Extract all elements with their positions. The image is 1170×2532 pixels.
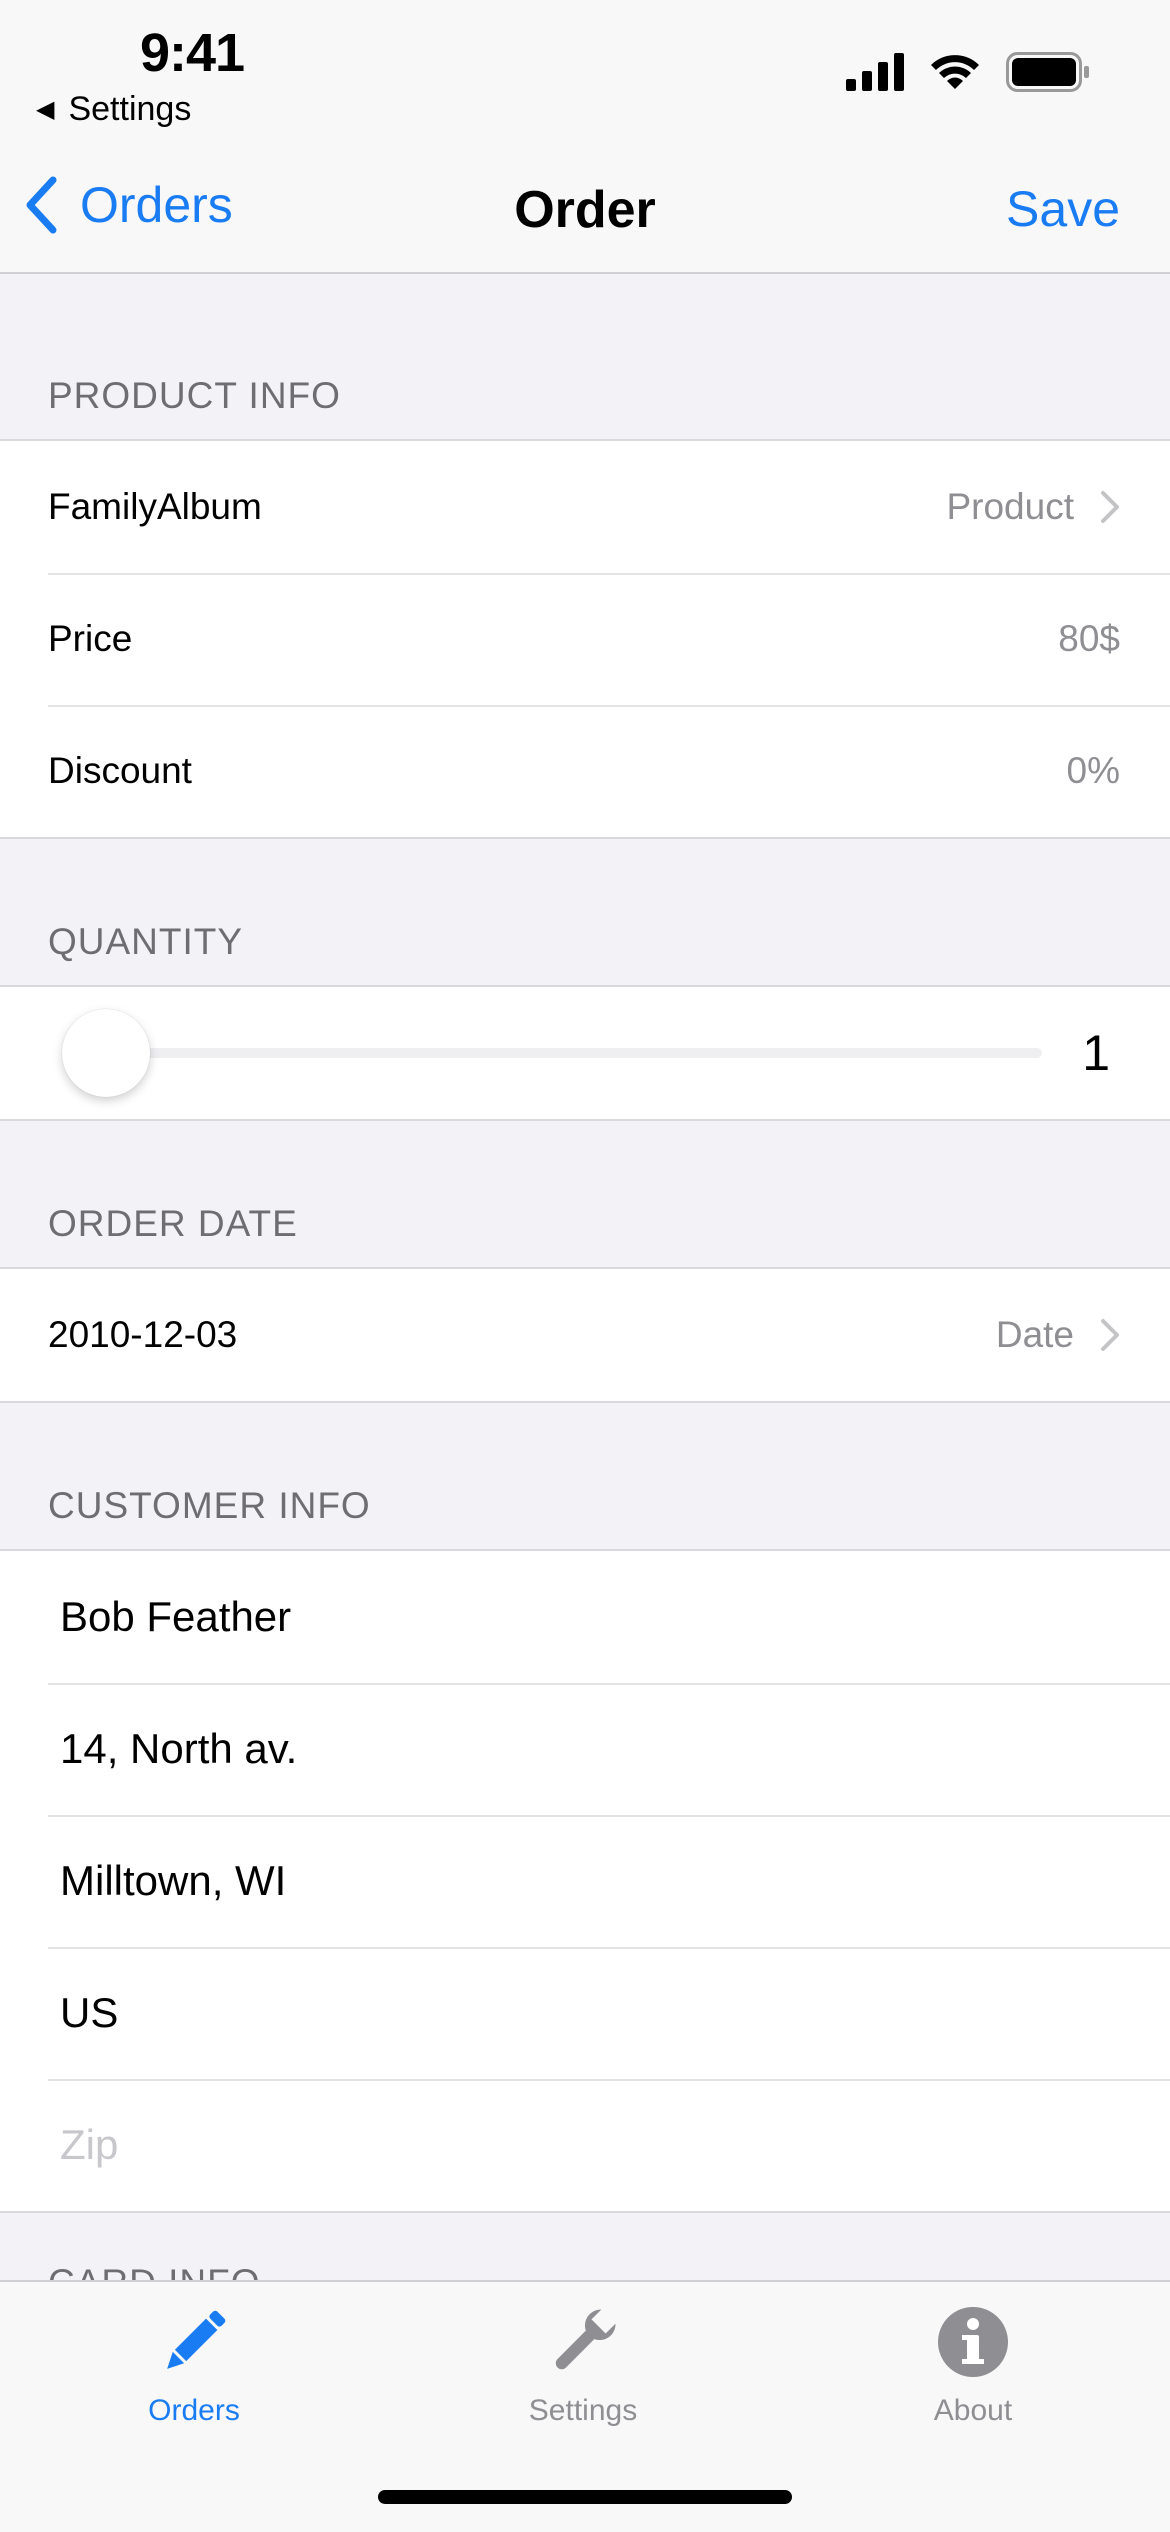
discount-value: 0% [1066, 750, 1120, 791]
customer-address-value: 14, North av. [60, 1725, 298, 1772]
cellular-signal-icon [846, 53, 904, 91]
section-header-customer-info: CUSTOMER INFO [48, 1485, 371, 1526]
tab-settings[interactable]: Settings [433, 2302, 733, 2428]
tab-about-label: About [933, 2394, 1013, 2427]
chevron-right-icon [1101, 491, 1119, 523]
customer-country-field[interactable]: US [0, 1947, 1170, 2079]
order-date-group: 2010-12-03 Date [0, 1267, 1170, 1403]
product-name: FamilyAlbum [48, 486, 262, 527]
customer-info-group: Bob Feather 14, North av. Milltown, WI U… [0, 1549, 1170, 2213]
product-row[interactable]: FamilyAlbum Product [0, 441, 1170, 573]
quantity-group: 1 [0, 985, 1170, 1121]
pencil-icon [167, 2310, 226, 2369]
wifi-icon [931, 55, 979, 89]
status-icons [846, 52, 1090, 92]
home-indicator [378, 2490, 792, 2504]
order-screen: 9:41 ◀ Settings Orders Order Save PRODUC… [0, 0, 1170, 2532]
customer-city-field[interactable]: Milltown, WI [0, 1815, 1170, 1947]
price-label: Price [48, 618, 133, 659]
discount-label: Discount [48, 750, 192, 791]
discount-row: Discount 0% [0, 705, 1170, 837]
customer-zip-field[interactable]: Zip [0, 2079, 1170, 2211]
tab-orders[interactable]: Orders [44, 2302, 344, 2428]
quantity-slider[interactable] [62, 1009, 1042, 1097]
product-info-group: FamilyAlbum Product Price 80$ Discount 0… [0, 439, 1170, 839]
form-content[interactable]: PRODUCT INFO FamilyAlbum Product Price 8… [0, 274, 1170, 2213]
customer-name-value: Bob Feather [60, 1593, 292, 1640]
page-title: Order [514, 181, 656, 239]
customer-address-field[interactable]: 14, North av. [0, 1683, 1170, 1815]
quantity-slider-row: 1 [0, 987, 1170, 1119]
order-date-row[interactable]: 2010-12-03 Date [0, 1269, 1170, 1401]
section-header-product-info: PRODUCT INFO [48, 375, 341, 416]
tab-orders-label: Orders [148, 2394, 240, 2427]
back-to-app-link[interactable]: ◀ Settings [36, 90, 191, 129]
date-link-label: Date [995, 1314, 1074, 1355]
chevron-right-icon [1101, 1319, 1119, 1351]
order-date-value: 2010-12-03 [48, 1314, 238, 1355]
status-bar: 9:41 ◀ Settings [0, 0, 1170, 140]
price-row: Price 80$ [0, 573, 1170, 705]
section-header-quantity: QUANTITY [48, 921, 244, 962]
customer-name-field[interactable]: Bob Feather [0, 1551, 1170, 1683]
info-icon [938, 2307, 1008, 2377]
product-link-label: Product [946, 486, 1074, 527]
battery-icon [1006, 52, 1089, 92]
price-value: 80$ [1058, 618, 1120, 659]
status-time: 9:41 [140, 23, 245, 83]
customer-country-value: US [60, 1989, 119, 2036]
navigation-bar: Orders Order Save [0, 140, 1170, 274]
back-triangle-icon: ◀ [36, 96, 55, 123]
quantity-value: 1 [1082, 1025, 1110, 1081]
section-header-order-date: ORDER DATE [48, 1203, 298, 1244]
customer-city-value: Milltown, WI [60, 1857, 287, 1904]
wrench-icon [555, 2309, 616, 2370]
quantity-slider-thumb[interactable] [62, 1009, 150, 1097]
save-button[interactable]: Save [1006, 180, 1120, 238]
tab-settings-label: Settings [528, 2394, 638, 2427]
zip-placeholder: Zip [60, 2121, 119, 2168]
tab-about[interactable]: About [823, 2302, 1123, 2428]
back-to-app-label: Settings [68, 90, 192, 128]
